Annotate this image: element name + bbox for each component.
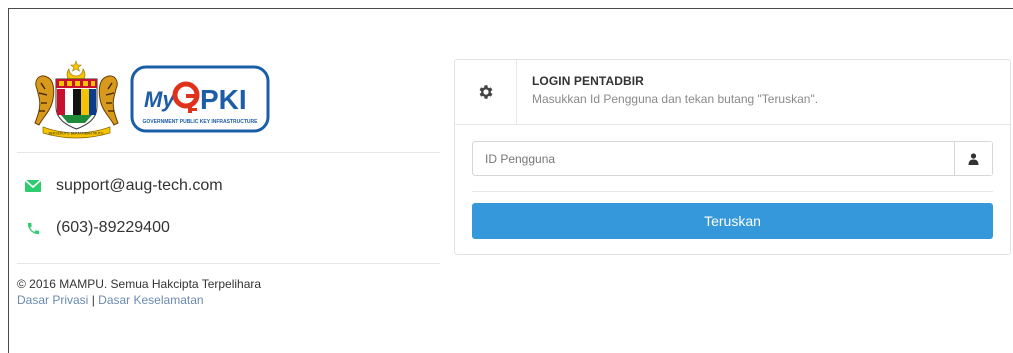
login-panel-header: LOGIN PENTADBIR Masukkan Id Pengguna dan…: [455, 60, 1010, 125]
privacy-policy-link[interactable]: Dasar Privasi: [17, 293, 88, 307]
login-form: Teruskan: [455, 125, 1010, 239]
login-instructions: Masukkan Id Pengguna dan tekan butang "T…: [532, 92, 819, 106]
coat-of-arms-logo: BERSEKUTU BERTAMBAH MUTU: [34, 59, 119, 138]
phone-text: (603)-89229400: [56, 219, 170, 236]
continue-button[interactable]: Teruskan: [472, 203, 993, 239]
link-separator: |: [88, 293, 99, 307]
phone-icon: [24, 219, 42, 237]
svg-text:GOVERNMENT PUBLIC KEY INFRASTR: GOVERNMENT PUBLIC KEY INFRASTRUCTURE: [143, 119, 259, 125]
user-icon: [954, 142, 992, 175]
login-panel: LOGIN PENTADBIR Masukkan Id Pengguna dan…: [454, 59, 1011, 255]
svg-text:PKI: PKI: [200, 84, 247, 115]
envelope-icon: [24, 177, 42, 195]
security-policy-link[interactable]: Dasar Keselamatan: [98, 293, 203, 307]
email-text: support@aug-tech.com: [56, 177, 223, 194]
username-input-group: [472, 141, 993, 176]
info-column: BERSEKUTU BERTAMBAH MUTU My PKI GOVERNME…: [17, 55, 440, 308]
footer: © 2016 MAMPU. Semua Hakcipta Terpelihara…: [17, 264, 440, 308]
contact-email: support@aug-tech.com: [24, 177, 223, 195]
logo-area: BERSEKUTU BERTAMBAH MUTU My PKI GOVERNME…: [17, 55, 440, 152]
mygpki-logo: My PKI GOVERNMENT PUBLIC KEY INFRASTRUCT…: [130, 65, 270, 132]
login-title: LOGIN PENTADBIR: [532, 74, 644, 88]
footer-links: Dasar Privasi | Dasar Keselamatan: [17, 292, 440, 308]
gear-icon: [455, 60, 517, 124]
form-divider: [472, 191, 993, 192]
username-input[interactable]: [473, 142, 954, 175]
copyright-text: © 2016 MAMPU. Semua Hakcipta Terpelihara: [17, 277, 262, 291]
svg-text:BERSEKUTU BERTAMBAH MUTU: BERSEKUTU BERTAMBAH MUTU: [49, 131, 104, 135]
contact-phone: (603)-89229400: [24, 219, 170, 237]
login-panel-heading: LOGIN PENTADBIR Masukkan Id Pengguna dan…: [517, 60, 818, 124]
contact-section: support@aug-tech.com (603)-89229400: [17, 153, 440, 263]
svg-text:My: My: [144, 87, 176, 112]
